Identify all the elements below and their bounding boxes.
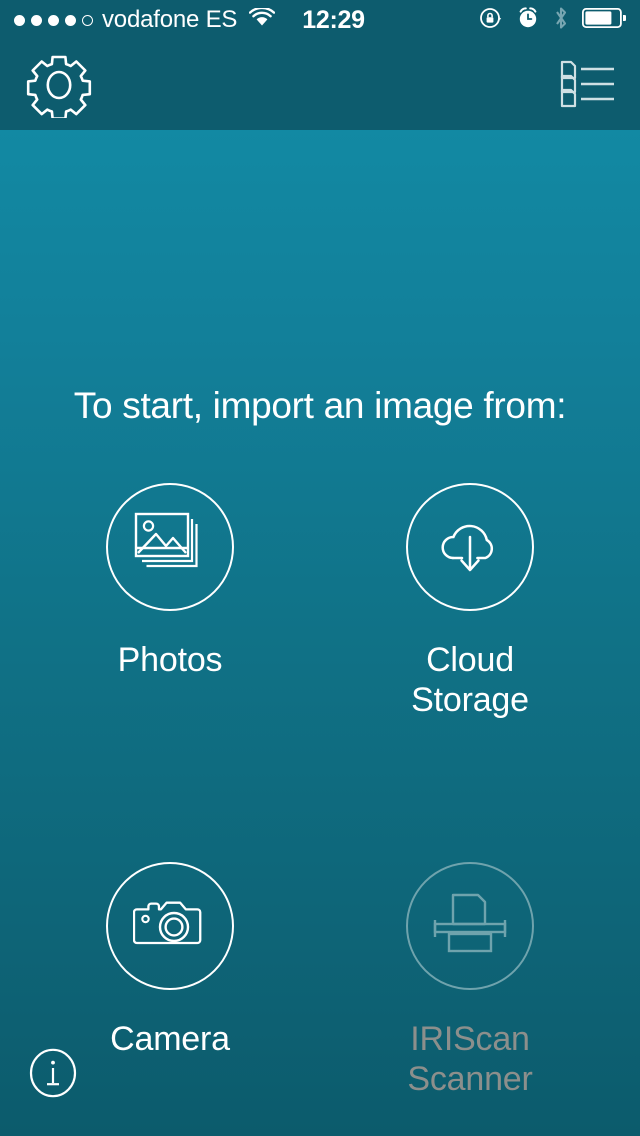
- import-source-cloud-storage[interactable]: Cloud Storage: [380, 483, 560, 720]
- signal-dot: [31, 14, 42, 26]
- import-source-label: Cloud Storage: [411, 641, 529, 720]
- cloud-download-icon: [432, 512, 508, 583]
- status-bar-left: vodafone ES 12:29: [14, 6, 365, 35]
- camera-icon: [132, 894, 207, 959]
- info-icon: [29, 1048, 77, 1102]
- content-area: To start, import an image from: Photos C…: [0, 130, 640, 1136]
- alarm-clock-icon: [516, 6, 540, 35]
- cloud-storage-circle: [406, 483, 534, 611]
- iriscan-scanner-circle: [406, 862, 534, 991]
- app-screen: vodafone ES 12:29 To start, import an im…: [0, 0, 640, 1136]
- status-bar: vodafone ES 12:29: [0, 0, 640, 40]
- rotation-lock-icon: [479, 6, 503, 35]
- documents-list-button[interactable]: [560, 59, 616, 111]
- carrier-name: vodafone ES: [102, 6, 238, 33]
- photos-stack-icon: [134, 512, 206, 583]
- signal-strength-dots: [14, 14, 93, 26]
- signal-dot: [65, 14, 76, 26]
- import-sources-row-1: Photos Cloud Storage: [0, 483, 640, 720]
- import-source-iriscan-scanner[interactable]: IRIScan Scanner: [380, 862, 560, 1099]
- import-source-photos[interactable]: Photos: [80, 483, 260, 720]
- wifi-icon: [249, 6, 276, 33]
- status-bar-right: [479, 6, 628, 35]
- info-button[interactable]: [29, 1048, 77, 1098]
- header-block: vodafone ES 12:29: [0, 0, 640, 130]
- nav-bar: [0, 40, 640, 130]
- documents-list-icon: [560, 60, 616, 115]
- settings-button[interactable]: [26, 52, 92, 120]
- import-source-label: Photos: [117, 641, 223, 679]
- battery-icon: [581, 7, 628, 33]
- bluetooth-icon: [553, 6, 569, 35]
- import-sources-row-2: Camera IRIScan Scanner: [0, 862, 640, 1099]
- signal-dot: [48, 14, 59, 26]
- import-source-label: IRIScan Scanner: [407, 1020, 533, 1099]
- signal-dot: [82, 14, 93, 26]
- scanner-icon: [431, 892, 509, 961]
- gear-icon: [26, 55, 92, 122]
- photos-circle: [106, 483, 234, 611]
- page-headline: To start, import an image from:: [73, 385, 567, 426]
- camera-circle: [106, 862, 234, 991]
- import-sources-grid: Photos Cloud Storage Camera IRIScan Scan…: [0, 483, 640, 1099]
- import-source-camera[interactable]: Camera: [80, 862, 260, 1099]
- import-source-label: Camera: [110, 1020, 230, 1059]
- status-bar-clock: 12:29: [302, 5, 365, 34]
- signal-dot: [14, 14, 25, 26]
